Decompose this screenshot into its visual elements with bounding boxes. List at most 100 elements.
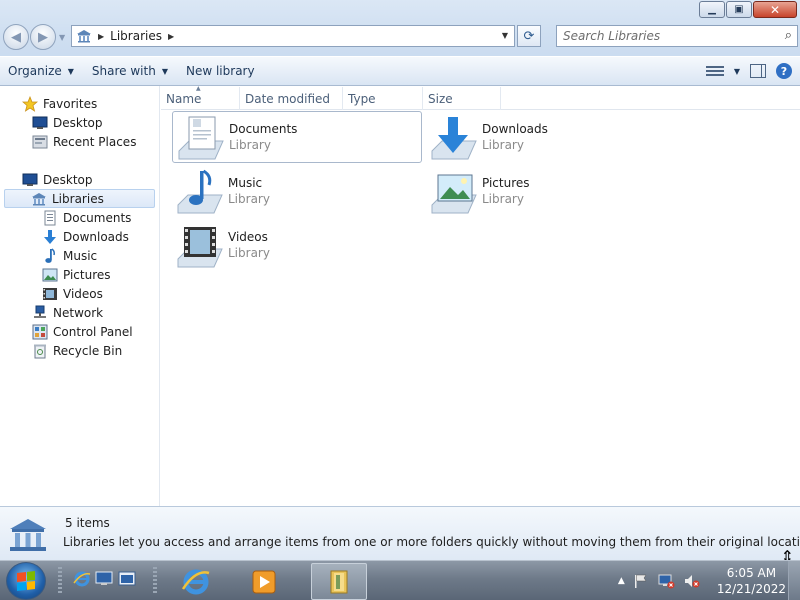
item-count: 5 items: [65, 516, 110, 530]
file-list: Documents Library Downloads Library Musi…: [161, 110, 800, 506]
organize-label: Organize: [8, 64, 62, 78]
address-bar[interactable]: ▶ Libraries ▶ ▼: [71, 25, 515, 47]
nav-music[interactable]: Music: [0, 246, 159, 265]
new-library-button[interactable]: New library: [178, 58, 265, 84]
taskbar-grip[interactable]: [153, 567, 157, 595]
column-name[interactable]: ▲ Name: [161, 85, 240, 110]
nav-network[interactable]: Network: [0, 303, 159, 322]
recent-places-icon: [32, 134, 48, 150]
column-size[interactable]: Size: [423, 87, 501, 110]
toolbar-right: ▼ ?: [705, 57, 800, 85]
sort-ascending-icon: ▲: [196, 85, 201, 92]
column-type[interactable]: Type: [343, 87, 423, 110]
nav-fav-desktop[interactable]: Desktop: [0, 113, 159, 132]
library-tile-videos[interactable]: Videos Library: [172, 219, 422, 271]
nav-libraries-label: Libraries: [52, 191, 104, 206]
recent-pages-dropdown[interactable]: ▼: [59, 33, 65, 42]
back-button[interactable]: ◀: [3, 24, 29, 50]
breadcrumb-separator-icon[interactable]: ▶: [98, 32, 104, 41]
tile-text: Music Library: [228, 176, 270, 206]
show-hidden-icons-icon[interactable]: ▲: [618, 576, 625, 586]
nav-fav-desktop-label: Desktop: [53, 115, 103, 130]
details-description: Libraries let you access and arrange ite…: [63, 535, 800, 549]
nav-documents[interactable]: Documents: [0, 208, 159, 227]
column-headers: ▲ Name Date modified Type Size: [161, 85, 800, 110]
tile-text: Documents Library: [229, 122, 297, 152]
view-options-dropdown-icon[interactable]: ▼: [734, 67, 740, 76]
quicklaunch-window-switcher-icon[interactable]: [117, 569, 137, 589]
taskbar-grip[interactable]: [58, 567, 62, 595]
column-date-modified[interactable]: Date modified: [240, 87, 343, 110]
quicklaunch-ie-icon[interactable]: [72, 569, 92, 589]
column-type-label: Type: [348, 91, 376, 106]
forward-button[interactable]: ▶: [30, 24, 56, 50]
taskbar-media-player[interactable]: [236, 563, 292, 600]
nav-pictures[interactable]: Pictures: [0, 265, 159, 284]
column-date-label: Date modified: [245, 91, 331, 106]
downloads-library-icon: [431, 117, 477, 160]
library-tile-documents[interactable]: Documents Library: [172, 111, 422, 163]
help-icon[interactable]: ?: [776, 63, 792, 79]
desktop-icon: [22, 172, 38, 188]
nav-favorites[interactable]: Favorites: [0, 94, 159, 113]
taskbar: ▲ 6:05 AM 12/21/2022: [0, 560, 800, 600]
libraries-icon: [10, 519, 46, 551]
recycle-bin-icon: [32, 343, 48, 359]
search-input[interactable]: [563, 29, 773, 43]
windows-logo-icon: [17, 571, 35, 591]
nav-desktop[interactable]: Desktop: [0, 170, 159, 189]
preview-pane-icon[interactable]: [750, 64, 766, 78]
system-tray: ▲ 6:05 AM 12/21/2022: [618, 561, 786, 600]
search-icon[interactable]: ⌕: [785, 28, 792, 43]
maximize-icon: ▣: [734, 3, 744, 15]
network-status-icon[interactable]: [657, 573, 675, 589]
chevron-down-icon: ▼: [67, 66, 74, 76]
share-with-button[interactable]: Share with ▼: [84, 58, 178, 84]
clock[interactable]: 6:05 AM 12/21/2022: [717, 565, 786, 597]
back-arrow-icon: ◀: [11, 29, 21, 45]
nav-libraries[interactable]: Libraries: [4, 189, 155, 208]
taskbar-windows-explorer[interactable]: [311, 563, 367, 600]
windows-explorer-icon: [330, 570, 348, 593]
organize-button[interactable]: Organize ▼: [0, 58, 84, 84]
show-desktop-button[interactable]: [788, 561, 800, 600]
music-note-icon: [42, 247, 58, 264]
library-tile-music[interactable]: Music Library: [172, 165, 422, 217]
quicklaunch-show-desktop-icon[interactable]: [94, 569, 114, 589]
breadcrumb-libraries[interactable]: Libraries: [110, 29, 162, 43]
nav-network-label: Network: [53, 305, 104, 320]
minimize-button[interactable]: ▁: [699, 1, 725, 18]
library-tile-downloads[interactable]: Downloads Library: [426, 111, 676, 163]
close-icon: ✕: [769, 2, 781, 17]
tile-kind: Library: [229, 138, 271, 152]
nav-favorites-label: Favorites: [43, 96, 98, 111]
start-button[interactable]: [6, 562, 46, 600]
change-view-icon[interactable]: [705, 64, 724, 78]
network-icon: [32, 305, 48, 321]
clock-time: 6:05 AM: [726, 566, 777, 580]
volume-muted-icon[interactable]: [683, 573, 701, 589]
nav-downloads[interactable]: Downloads: [0, 227, 159, 246]
command-bar: Organize ▼ Share with ▼ New library ▼ ?: [0, 56, 800, 86]
nav-buttons: ◀ ▶ ▼: [3, 24, 65, 50]
forward-arrow-icon: ▶: [38, 29, 48, 45]
navigation-pane: Favorites Desktop Recent Places Desktop …: [0, 86, 160, 506]
control-panel-icon: [32, 324, 48, 340]
breadcrumb-chevron-icon[interactable]: ▶: [168, 32, 174, 41]
library-tile-pictures[interactable]: Pictures Library: [426, 165, 676, 217]
column-size-label: Size: [428, 91, 453, 106]
address-dropdown-icon[interactable]: ▼: [502, 31, 508, 40]
nav-control-panel[interactable]: Control Panel: [0, 322, 159, 341]
taskbar-internet-explorer[interactable]: [168, 563, 224, 600]
close-button[interactable]: ✕: [753, 1, 797, 18]
refresh-button[interactable]: ⟳: [517, 25, 541, 47]
search-box[interactable]: ⌕: [556, 25, 798, 47]
nav-videos[interactable]: Videos: [0, 284, 159, 303]
tile-text: Videos Library: [228, 230, 270, 260]
maximize-button[interactable]: ▣: [726, 1, 752, 18]
nav-recent-places[interactable]: Recent Places: [0, 132, 159, 151]
video-film-icon: [42, 286, 58, 302]
nav-recycle-bin[interactable]: Recycle Bin: [0, 341, 159, 360]
action-center-flag-icon[interactable]: [633, 573, 649, 589]
share-with-label: Share with: [91, 64, 156, 78]
